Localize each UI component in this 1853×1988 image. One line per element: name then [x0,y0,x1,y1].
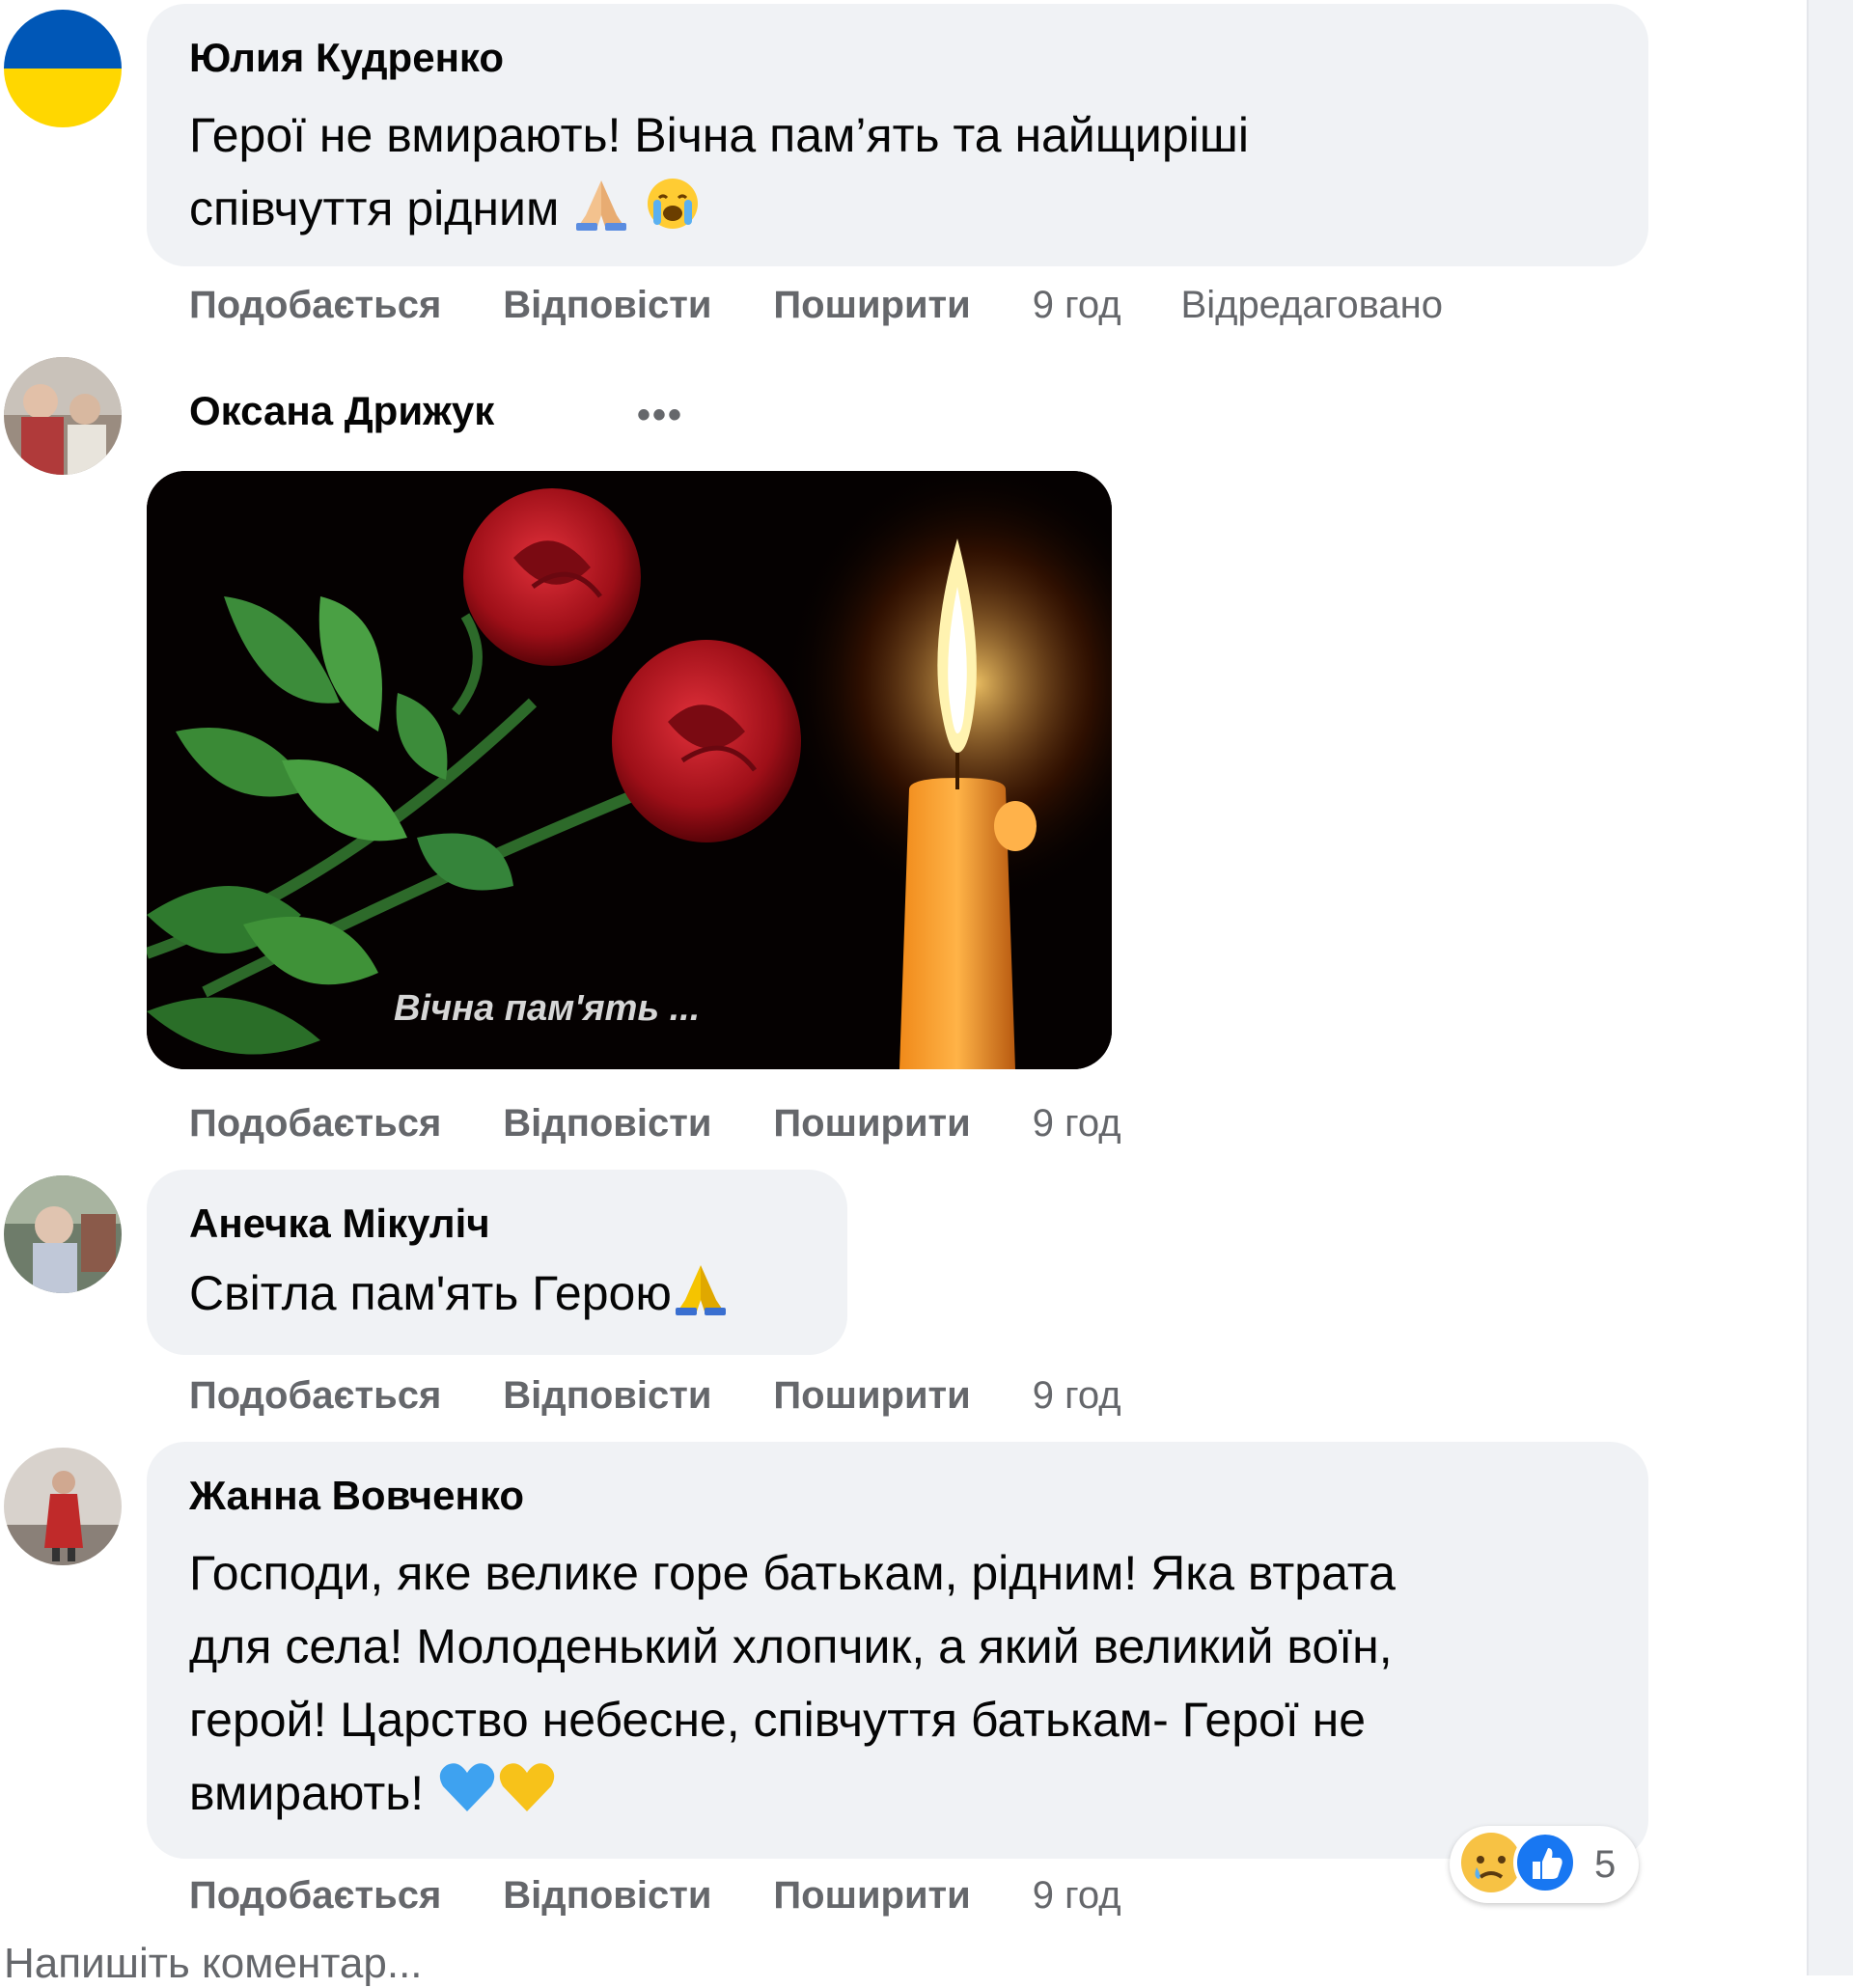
reactions-summary[interactable]: 5 [1450,1826,1639,1903]
pray-emoji [572,177,630,251]
reply-button[interactable]: Відповісти [503,282,711,328]
edited-label[interactable]: Відредаговано [1181,282,1443,328]
reply-button[interactable]: Відповісти [503,1372,711,1419]
comment-text: Світла пам'ять Герою [189,1256,805,1336]
like-button[interactable]: Подобається [189,282,441,328]
share-button[interactable]: Поширити [773,1372,970,1419]
timestamp[interactable]: 9 год [1033,1872,1121,1919]
comment-author[interactable]: Оксана Дрижук [189,386,494,436]
reply-button[interactable]: Відповісти [503,1872,711,1919]
timestamp[interactable]: 9 год [1033,1100,1121,1146]
comment-text-line: герой! Царство небесне, співчуття батька… [189,1693,1367,1747]
crying-emoji [644,177,702,251]
avatar[interactable] [4,357,122,475]
comment-bubble: Анечка Мікуліч Світла пам'ять Герою [147,1170,847,1355]
more-options-icon[interactable]: ••• [637,394,683,437]
comment-text-line: співчуття рідним [189,181,560,235]
comment-text: Герої не вмирають! Вічна пам’ять та найщ… [189,98,1606,251]
comment-actions: Подобається Відповісти Поширити 9 год Ві… [189,282,1503,328]
share-button[interactable]: Поширити [773,1872,970,1919]
write-comment-input[interactable]: Напишіть коментар... [4,1940,423,1988]
comment-bubble: Жанна Вовченко Господи, яке велике горе … [147,1442,1648,1859]
comment-author[interactable]: Юлия Кудренко [189,33,1606,83]
comment-text-line: вмирають! [189,1766,425,1820]
image-caption: Вічна пам'ять ... [394,988,701,1029]
share-button[interactable]: Поширити [773,282,970,328]
blue-heart-emoji [437,1759,497,1836]
like-reaction-icon [1511,1829,1579,1901]
comment-bubble: Юлия Кудренко Герої не вмирають! Вічна п… [147,4,1648,266]
comment-actions: Подобається Відповісти Поширити 9 год [189,1100,1181,1146]
comment-text-line: Господи, яке велике горе батькам, рідним… [189,1546,1396,1600]
avatar[interactable] [4,1448,122,1565]
comment-actions: Подобається Відповісти Поширити 9 год [189,1872,1181,1919]
comment-text-line: для села! Молоденький хлопчик, а який ве… [189,1619,1393,1673]
reply-button[interactable]: Відповісти [503,1100,711,1146]
comment-text: Господи, яке велике горе батькам, рідним… [189,1536,1606,1836]
share-button[interactable]: Поширити [773,1100,970,1146]
comment-author[interactable]: Жанна Вовченко [189,1471,1606,1521]
avatar[interactable] [4,1175,122,1293]
comment-text-line: Світла пам'ять Герою [189,1266,672,1320]
pray-emoji [672,1261,730,1336]
comment-actions: Подобається Відповісти Поширити 9 год [189,1372,1181,1419]
timestamp[interactable]: 9 год [1033,282,1121,328]
avatar-ukraine-flag[interactable] [4,10,122,127]
like-button[interactable]: Подобається [189,1872,441,1919]
comment-text-line: співчуття рідним [189,172,1606,251]
yellow-heart-emoji [497,1759,557,1836]
like-button[interactable]: Подобається [189,1100,441,1146]
right-scroll-strip [1807,0,1853,1975]
comment-image-attachment[interactable]: Вічна пам'ять ... [147,471,1112,1069]
comment-text-line: вмирають! [189,1756,1606,1836]
like-button[interactable]: Подобається [189,1372,441,1419]
comment-text-line: Герої не вмирають! Вічна пам’ять та найщ… [189,108,1249,162]
reactions-count: 5 [1594,1842,1617,1886]
timestamp[interactable]: 9 год [1033,1372,1121,1419]
comment-author[interactable]: Анечка Мікуліч [189,1199,805,1249]
